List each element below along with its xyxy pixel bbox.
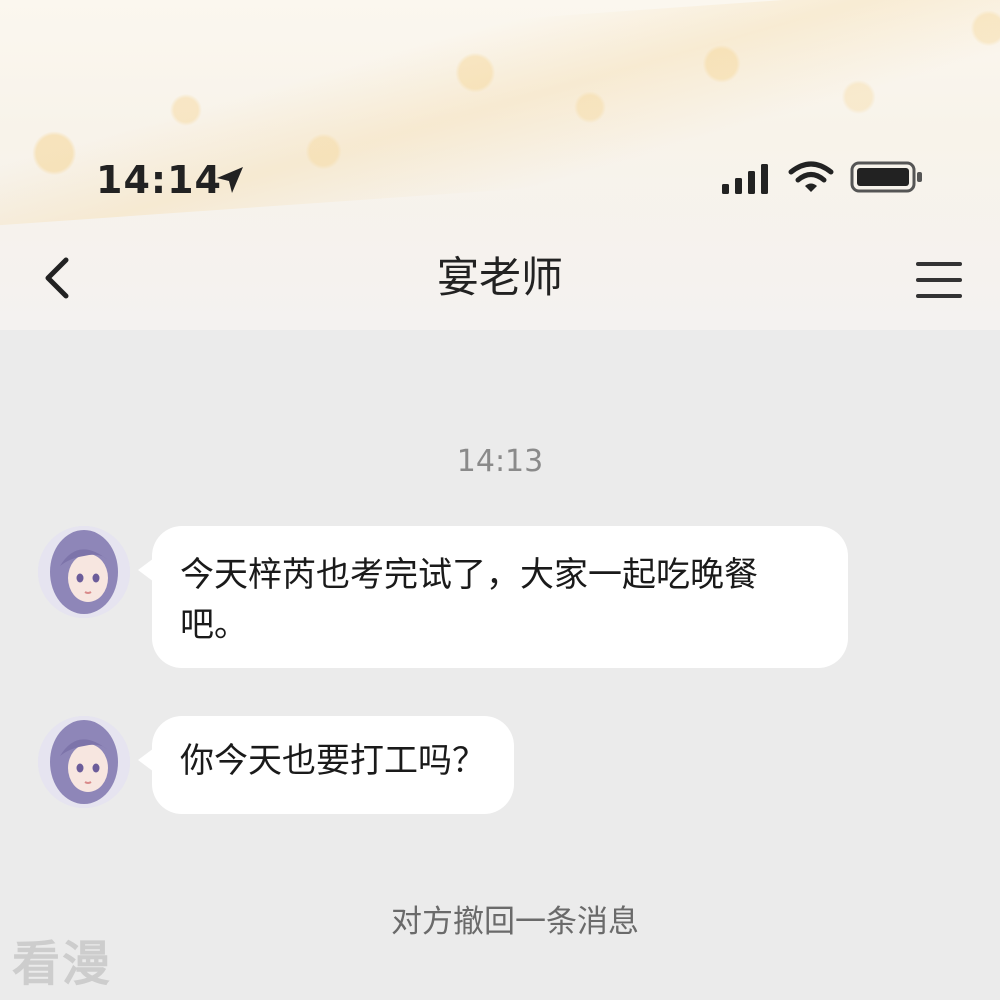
message-timestamp: 14:13 [456, 444, 544, 479]
location-arrow-icon [217, 167, 243, 193]
avatar-illustration [38, 526, 130, 618]
chat-area[interactable]: 14:13 今天梓芮也考完试了，大家一起吃晚餐吧。 你今天也要打工吗？ 对方撤回… [0, 330, 1000, 1000]
status-bar: 14:14 [0, 150, 1000, 210]
nav-bar: 宴老师 [0, 236, 1000, 316]
hamburger-menu-icon[interactable] [912, 256, 968, 304]
chat-title: 宴老师 [436, 253, 563, 302]
chevron-left-icon[interactable] [30, 250, 86, 306]
cellular-signal-icon [722, 164, 768, 194]
status-time: 14:14 [96, 158, 222, 202]
watermark: 看漫 [12, 936, 113, 992]
avatar-illustration [38, 716, 130, 808]
avatar[interactable] [38, 716, 130, 808]
battery-icon [850, 161, 922, 193]
message-bubble[interactable]: 你今天也要打工吗？ [138, 716, 514, 814]
recall-notice: 对方撤回一条消息 [391, 904, 639, 940]
wifi-icon [788, 161, 834, 192]
avatar[interactable] [38, 526, 130, 618]
header-area: 14:14 宴老师 [0, 0, 1000, 330]
message-bubble[interactable]: 今天梓芮也考完试了，大家一起吃晚餐吧。 [138, 526, 848, 668]
